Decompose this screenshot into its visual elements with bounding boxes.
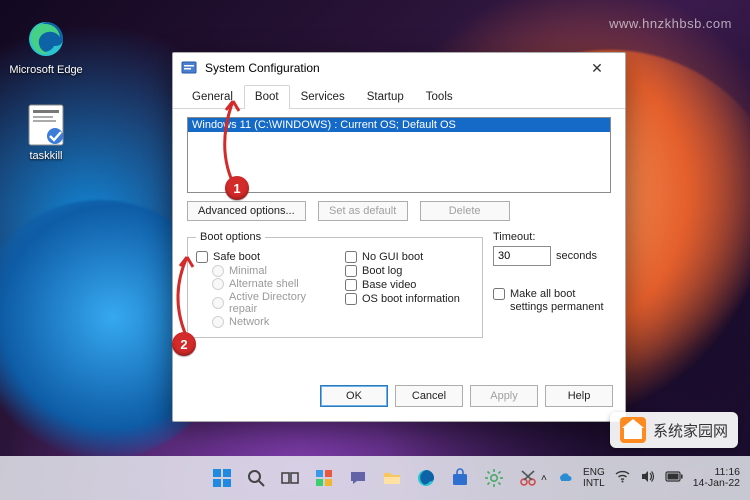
tab-tools[interactable]: Tools: [415, 85, 464, 109]
edge-icon: [25, 18, 67, 60]
apply-button: Apply: [470, 385, 538, 407]
chat-icon[interactable]: [345, 465, 371, 491]
annotation-2: 2: [172, 332, 196, 356]
boot-options-fieldset: Boot options Safe boot Minimal Alternate…: [187, 231, 483, 338]
store-icon[interactable]: [447, 465, 473, 491]
ok-button[interactable]: OK: [320, 385, 388, 407]
search-icon[interactable]: [243, 465, 269, 491]
brand-text: 系统家园网: [653, 420, 728, 441]
desktop-icon-label: taskkill: [8, 150, 84, 162]
snipping-tool-icon[interactable]: [515, 465, 541, 491]
settings-icon[interactable]: [481, 465, 507, 491]
batch-file-icon: [25, 104, 67, 146]
house-icon: [620, 417, 646, 443]
tray-clock[interactable]: 11:16 14-Jan-22: [693, 467, 740, 489]
boot-log-checkbox[interactable]: Boot log: [345, 265, 474, 277]
desktop-icon-edge[interactable]: Microsoft Edge: [8, 18, 84, 76]
annotation-1: 1: [225, 176, 249, 200]
task-view-icon[interactable]: [277, 465, 303, 491]
tab-services[interactable]: Services: [290, 85, 356, 109]
base-video-checkbox[interactable]: Base video: [345, 279, 474, 291]
desktop-icon-label: Microsoft Edge: [8, 64, 84, 76]
desktop-icon-taskkill[interactable]: taskkill: [8, 104, 84, 162]
onedrive-icon[interactable]: [557, 469, 573, 488]
no-gui-boot-checkbox[interactable]: No GUI boot: [345, 251, 474, 263]
file-explorer-icon[interactable]: [379, 465, 405, 491]
make-permanent-checkbox[interactable]: Make all boot settings permanent: [493, 288, 611, 314]
brand-badge: 系统家园网: [610, 412, 738, 448]
set-as-default-button: Set as default: [318, 201, 408, 221]
system-tray[interactable]: ˄ ENGINTL 11:16 14-Jan-22: [541, 456, 740, 500]
volume-icon[interactable]: [640, 469, 655, 487]
timeout-input[interactable]: [493, 246, 551, 266]
help-button[interactable]: Help: [545, 385, 613, 407]
safe-boot-adrepair-radio: Active Directory repair: [212, 291, 325, 315]
battery-icon[interactable]: [665, 471, 683, 485]
taskbar[interactable]: ˄ ENGINTL 11:16 14-Jan-22: [0, 456, 750, 500]
os-boot-info-checkbox[interactable]: OS boot information: [345, 293, 474, 305]
dialog-titlebar[interactable]: System Configuration ✕: [173, 53, 625, 83]
boot-options-legend: Boot options: [196, 231, 265, 243]
tray-chevron-up-icon[interactable]: ˄: [541, 472, 547, 484]
start-button[interactable]: [209, 465, 235, 491]
safe-boot-network-radio: Network: [212, 316, 325, 328]
language-indicator[interactable]: ENGINTL: [583, 467, 605, 489]
close-icon: ✕: [591, 60, 603, 77]
edge-taskbar-icon[interactable]: [413, 465, 439, 491]
wifi-icon[interactable]: [615, 469, 630, 487]
delete-button: Delete: [420, 201, 510, 221]
widgets-icon[interactable]: [311, 465, 337, 491]
close-button[interactable]: ✕: [577, 55, 617, 81]
timeout-unit: seconds: [556, 250, 597, 262]
safe-boot-minimal-radio: Minimal: [212, 265, 325, 277]
msconfig-icon: [181, 60, 197, 76]
watermark-text: www.hnzkhbsb.com: [609, 16, 732, 31]
cancel-button[interactable]: Cancel: [395, 385, 463, 407]
tab-startup[interactable]: Startup: [356, 85, 415, 109]
dialog-title: System Configuration: [205, 61, 577, 75]
safe-boot-altshell-radio: Alternate shell: [212, 278, 325, 290]
timeout-label: Timeout:: [493, 231, 611, 243]
